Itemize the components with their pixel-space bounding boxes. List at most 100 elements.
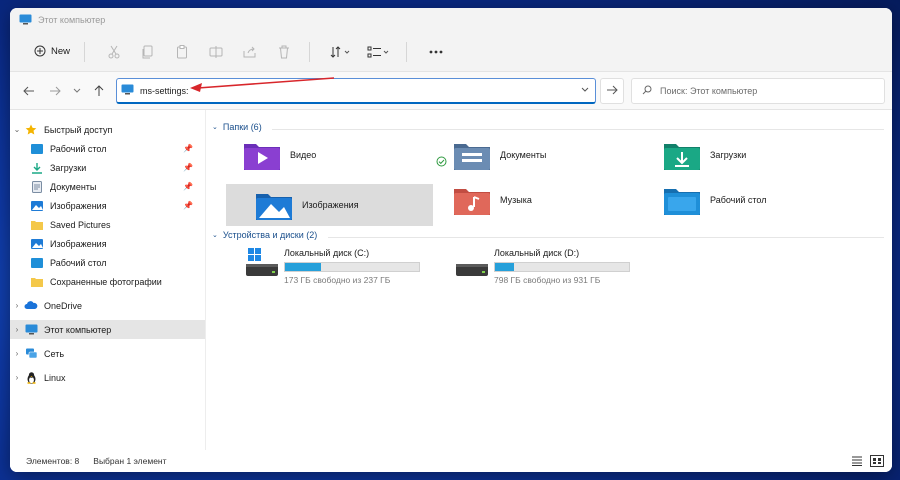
folders-group-label: Папки (6) [222, 122, 262, 132]
drive-name: Локальный диск (C:) [284, 248, 370, 258]
monitor-icon [19, 14, 32, 27]
pin-icon[interactable]: 📌 [183, 144, 193, 153]
folder-tile-documents[interactable]: Документы [426, 134, 632, 176]
sidebar-item-desktop-2[interactable]: Рабочий стол [10, 253, 205, 272]
folder-label: Загрузки [710, 150, 747, 160]
toolbar-separator [406, 41, 408, 62]
search-placeholder: Поиск: Этот компьютер [660, 86, 758, 96]
go-button[interactable] [600, 78, 624, 104]
chevron-right-icon[interactable]: › [10, 301, 24, 310]
plus-circle-icon [34, 45, 46, 59]
sidebar-item-onedrive[interactable]: › OneDrive [10, 296, 205, 315]
delete-icon[interactable] [269, 39, 299, 65]
sidebar-item-label: Загрузки [50, 162, 87, 173]
chevron-down-icon: ⌄ [212, 232, 218, 239]
sidebar-item-saved-photos[interactable]: Сохраненные фотографии [10, 272, 205, 291]
red-arrow-annotation [190, 77, 335, 92]
pictures-icon [30, 200, 44, 212]
sidebar-item-desktop[interactable]: Рабочий стол 📌 [10, 139, 205, 158]
back-arrow-icon[interactable] [18, 80, 40, 102]
desktop-folder-icon [664, 185, 700, 215]
title-bar: Этот компьютер [10, 8, 892, 32]
folder-tile-music[interactable]: Музыка [426, 179, 632, 221]
sidebar-item-label: Сеть [44, 348, 65, 359]
vertical-scrollbar[interactable] [885, 110, 888, 450]
downloads-folder-icon [664, 140, 700, 170]
sidebar-item-linux[interactable]: › Linux [10, 368, 205, 387]
copy-icon[interactable] [133, 39, 163, 65]
search-box[interactable]: Поиск: Этот компьютер [631, 78, 885, 104]
more-icon[interactable] [421, 39, 451, 65]
chevron-down-icon[interactable]: ⌄ [10, 125, 24, 134]
drive-usage-fill [495, 263, 514, 271]
recent-chevron-icon[interactable] [66, 80, 88, 102]
folder-icon [30, 219, 44, 231]
monitor-icon [24, 324, 38, 336]
sidebar-item-documents[interactable]: Документы 📌 [10, 177, 205, 196]
pictures-icon [30, 238, 44, 250]
drive-icon [456, 248, 488, 284]
pin-icon[interactable]: 📌 [183, 163, 193, 172]
command-bar: New [10, 32, 892, 72]
sidebar-item-downloads[interactable]: Загрузки 📌 [10, 158, 205, 177]
up-arrow-icon[interactable] [88, 80, 110, 102]
new-button[interactable]: New [30, 39, 74, 65]
items-count: Элементов: 8 [26, 456, 80, 466]
sidebar-item-pictures[interactable]: Изображения 📌 [10, 196, 205, 215]
address-text: ms-settings: [140, 85, 189, 96]
address-dropdown-icon[interactable] [581, 85, 589, 95]
sidebar-item-this-pc[interactable]: › Этот компьютер [10, 320, 205, 339]
chevron-right-icon[interactable]: › [10, 325, 24, 334]
rename-icon[interactable] [201, 39, 231, 65]
folders-group-header[interactable]: ⌄ Папки (6) [212, 122, 262, 132]
drive-free-space: 798 ГБ свободно из 931 ГБ [494, 275, 601, 285]
sidebar-item-pictures-2[interactable]: Изображения [10, 234, 205, 253]
sidebar-item-saved-pictures[interactable]: Saved Pictures [10, 215, 205, 234]
desktop-folder-icon [30, 143, 44, 155]
chevron-right-icon[interactable]: › [10, 349, 24, 358]
cloud-icon [24, 300, 38, 312]
star-icon [24, 124, 38, 136]
cut-icon[interactable] [99, 39, 129, 65]
sidebar-item-label: Рабочий стол [50, 257, 107, 268]
sidebar-item-label: Изображения [50, 238, 107, 249]
pin-icon[interactable]: 📌 [183, 182, 193, 191]
selection-count: Выбран 1 элемент [93, 456, 167, 466]
group-divider [328, 237, 884, 238]
download-icon [30, 162, 44, 174]
drive-usage-fill [285, 263, 322, 271]
sort-icon[interactable] [324, 39, 358, 65]
video-folder-icon [244, 140, 280, 170]
drives-group-label: Устройства и диски (2) [222, 230, 318, 240]
navigation-bar: ms-settings: Поиск: Этот компьютер [10, 72, 892, 110]
drive-c[interactable]: Локальный диск (C:) 173 ГБ свободно из 2… [246, 244, 436, 290]
view-icon[interactable] [362, 39, 396, 65]
sidebar-item-quick-access[interactable]: ⌄ Быстрый доступ [10, 120, 205, 139]
sidebar-item-label: Документы [50, 181, 97, 192]
drives-group-header[interactable]: ⌄ Устройства и диски (2) [212, 230, 317, 240]
pin-icon[interactable]: 📌 [183, 201, 193, 210]
sidebar-item-label: Изображения [50, 200, 107, 211]
folder-tile-pictures[interactable]: Изображения [226, 184, 433, 226]
folder-tile-desktop[interactable]: Рабочий стол [636, 179, 842, 221]
tiles-view-icon[interactable] [870, 455, 884, 467]
content-pane: ⌄ Папки (6) Видео Документы Загрузки Изо… [206, 110, 892, 450]
share-icon[interactable] [235, 39, 265, 65]
forward-arrow-icon[interactable] [44, 80, 66, 102]
status-bar: Элементов: 8 Выбран 1 элемент [10, 450, 892, 472]
paste-icon[interactable] [167, 39, 197, 65]
pictures-folder-icon [256, 190, 292, 220]
drive-usage-bar [284, 262, 420, 272]
folder-label: Музыка [500, 195, 532, 205]
drive-d[interactable]: Локальный диск (D:) 798 ГБ свободно из 9… [456, 244, 646, 290]
folder-tile-downloads[interactable]: Загрузки [636, 134, 842, 176]
folder-tile-video[interactable]: Видео [216, 134, 422, 176]
chevron-right-icon[interactable]: › [10, 373, 24, 382]
folder-icon [30, 276, 44, 288]
sidebar-item-network[interactable]: › Сеть [10, 344, 205, 363]
search-icon [642, 85, 652, 97]
view-switcher [844, 455, 884, 467]
right-arrow-icon [606, 84, 618, 98]
details-view-icon[interactable] [850, 455, 864, 467]
drive-usage-bar [494, 262, 630, 272]
